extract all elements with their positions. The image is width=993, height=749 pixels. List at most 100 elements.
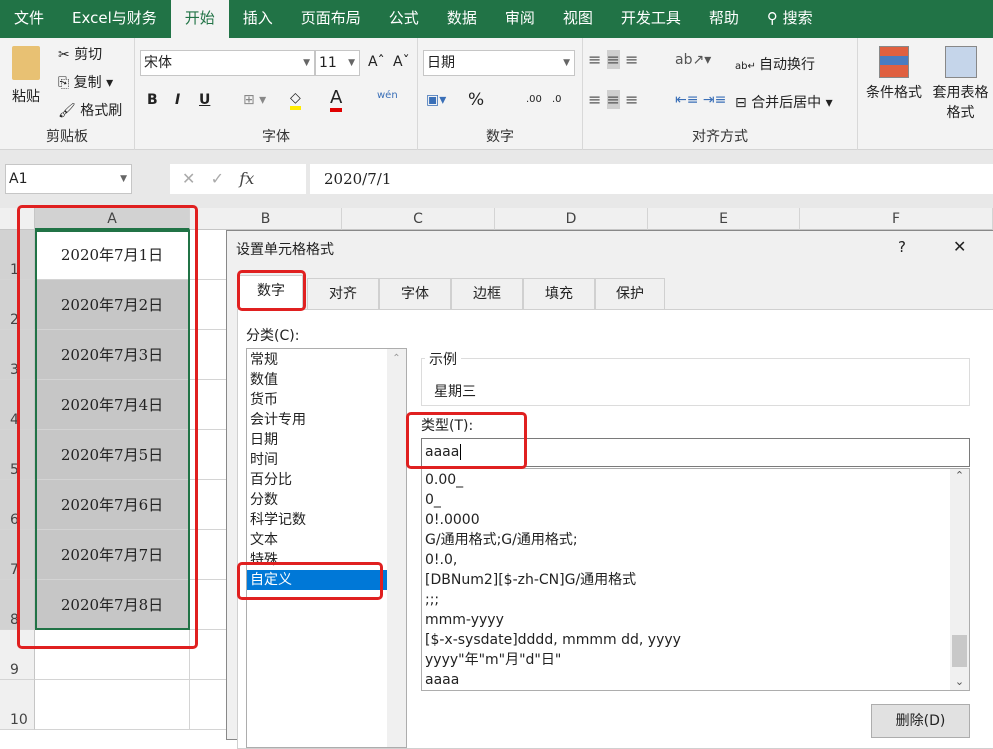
format-code-item[interactable]: 0!.0, — [422, 550, 969, 570]
row-header[interactable]: 5 — [0, 430, 35, 480]
format-code-item[interactable]: [DBNum2][$-zh-CN]G/通用格式 — [422, 570, 969, 590]
category-item[interactable]: 数值 — [247, 370, 406, 390]
row-header[interactable]: 10 — [0, 680, 35, 730]
column-header-c[interactable]: C — [342, 208, 495, 230]
category-item[interactable]: 常规 — [247, 350, 406, 370]
cell[interactable] — [35, 630, 190, 680]
tab-fill[interactable]: 填充 — [523, 278, 595, 309]
number-format-select[interactable]: 日期 ▼ — [423, 50, 575, 76]
vertical-align-icons[interactable]: ≡ ≡ ≡ — [588, 50, 638, 69]
tab-developer[interactable]: 开发工具 — [607, 0, 695, 38]
search-tab[interactable]: ⚲ 搜索 — [753, 0, 827, 38]
wrap-text-button[interactable]: ab↵ 自动换行 — [735, 54, 815, 74]
category-item[interactable]: 百分比 — [247, 470, 406, 490]
format-code-item[interactable]: mmm-yyyy — [422, 610, 969, 630]
insert-function-icon[interactable]: fx — [239, 169, 254, 188]
border-icon[interactable]: ⊞ ▾ — [243, 92, 266, 108]
row-header[interactable]: 8 — [0, 580, 35, 630]
format-code-list[interactable]: 0.00_ 0_ 0!.0000 G/通用格式;G/通用格式; 0!.0, [DBNum2… — [421, 468, 970, 691]
format-code-item[interactable]: 0.00_ — [422, 470, 969, 490]
format-code-item[interactable]: [$-x-sysdate]dddd, mmmm dd, yyyy — [422, 630, 969, 650]
row-header[interactable]: 1 — [0, 230, 35, 280]
cell[interactable]: 2020年7月4日 — [35, 380, 190, 430]
horizontal-align-icons[interactable]: ≡ ≡ ≡ — [588, 90, 638, 109]
column-header-e[interactable]: E — [648, 208, 800, 230]
indent-icons[interactable]: ⇤≡ ⇥≡ — [675, 92, 726, 108]
category-item[interactable]: 文本 — [247, 530, 406, 550]
format-code-item[interactable]: G/通用格式;G/通用格式; — [422, 530, 969, 550]
category-item[interactable]: 日期 — [247, 430, 406, 450]
shrink-font-icon[interactable]: Aˇ — [393, 54, 410, 70]
column-header-b[interactable]: B — [190, 208, 342, 230]
phonetic-icon[interactable]: wén — [377, 90, 398, 101]
close-button[interactable]: ✕ — [953, 237, 966, 256]
enter-icon[interactable]: ✓ — [211, 169, 224, 188]
cut-button[interactable]: ✂ 剪切 — [58, 44, 102, 64]
tab-insert[interactable]: 插入 — [229, 0, 287, 38]
tab-alignment[interactable]: 对齐 — [307, 278, 379, 309]
tab-protection[interactable]: 保护 — [595, 278, 665, 309]
category-item[interactable]: 会计专用 — [247, 410, 406, 430]
tab-file[interactable]: 文件 — [0, 0, 58, 38]
row-header[interactable]: 2 — [0, 280, 35, 330]
type-input[interactable]: aaaa — [421, 438, 970, 467]
tab-border[interactable]: 边框 — [451, 278, 523, 309]
tab-data[interactable]: 数据 — [433, 0, 491, 38]
format-scrollbar[interactable]: ⌃ ⌄ — [950, 469, 969, 690]
row-header[interactable]: 6 — [0, 480, 35, 530]
tab-review[interactable]: 审阅 — [491, 0, 549, 38]
column-header-a[interactable]: A — [35, 208, 190, 230]
cancel-icon[interactable]: ✕ — [182, 169, 195, 188]
decrease-decimal-button[interactable]: .0 — [552, 94, 562, 105]
cell[interactable]: 2020年7月7日 — [35, 530, 190, 580]
column-header-f[interactable]: F — [800, 208, 993, 230]
cell[interactable]: 2020年7月1日 — [35, 230, 190, 280]
percent-button[interactable]: % — [468, 90, 484, 110]
bold-button[interactable]: B — [147, 92, 158, 108]
scroll-up-icon[interactable]: ⌃ — [387, 349, 406, 364]
cell[interactable]: 2020年7月6日 — [35, 480, 190, 530]
copy-button[interactable]: ⎘ 复制 ▾ — [58, 72, 113, 92]
column-header-d[interactable]: D — [495, 208, 648, 230]
cell[interactable]: 2020年7月5日 — [35, 430, 190, 480]
format-code-item[interactable]: aaaa — [422, 670, 969, 690]
italic-button[interactable]: I — [175, 92, 180, 108]
grow-font-icon[interactable]: Aˆ — [368, 54, 385, 70]
formula-input[interactable]: 2020/7/1 — [310, 164, 993, 194]
category-list[interactable]: 常规 数值 货币 会计专用 日期 时间 百分比 分数 科学记数 文本 特殊 自定义 ⌃ — [246, 348, 407, 748]
category-item[interactable]: 货币 — [247, 390, 406, 410]
conditional-format-button[interactable]: 条件格式 — [865, 46, 923, 102]
fill-color-icon[interactable]: ◇ — [290, 90, 301, 110]
tab-view[interactable]: 视图 — [549, 0, 607, 38]
font-size-select[interactable]: 11 ▼ — [315, 50, 360, 76]
row-header[interactable]: 4 — [0, 380, 35, 430]
category-item[interactable]: 科学记数 — [247, 510, 406, 530]
category-scrollbar[interactable]: ⌃ — [387, 349, 406, 747]
row-header[interactable]: 7 — [0, 530, 35, 580]
orientation-icon[interactable]: ab↗▾ — [675, 52, 711, 68]
format-as-table-button[interactable]: 套用表格格式 — [928, 46, 993, 122]
format-code-item[interactable]: 0_ — [422, 490, 969, 510]
scroll-up-icon[interactable]: ⌃ — [950, 469, 969, 482]
tab-excel-finance[interactable]: Excel与财务 — [58, 0, 171, 38]
select-all-button[interactable] — [0, 208, 35, 230]
row-header[interactable]: 9 — [0, 630, 35, 680]
tab-number[interactable]: 数字 — [239, 275, 303, 310]
font-color-icon[interactable]: A — [330, 88, 343, 112]
tab-formulas[interactable]: 公式 — [375, 0, 433, 38]
tab-page-layout[interactable]: 页面布局 — [287, 0, 375, 38]
paste-button[interactable]: 粘贴 — [12, 86, 40, 106]
category-item[interactable]: 时间 — [247, 450, 406, 470]
category-item[interactable]: 特殊 — [247, 550, 406, 570]
format-code-item[interactable]: 0!.0000 — [422, 510, 969, 530]
cell[interactable]: 2020年7月8日 — [35, 580, 190, 630]
format-painter-button[interactable]: 🖌 格式刷 — [58, 100, 122, 120]
font-name-select[interactable]: 宋体 ▼ — [140, 50, 315, 76]
increase-decimal-button[interactable]: .00 — [526, 94, 542, 105]
paste-icon[interactable] — [12, 46, 40, 80]
accounting-icon[interactable]: ▣▾ — [426, 92, 446, 108]
row-header[interactable]: 3 — [0, 330, 35, 380]
scroll-down-icon[interactable]: ⌄ — [950, 675, 969, 688]
format-code-item[interactable]: yyyy"年"m"月"d"日" — [422, 650, 969, 670]
tab-font[interactable]: 字体 — [379, 278, 451, 309]
